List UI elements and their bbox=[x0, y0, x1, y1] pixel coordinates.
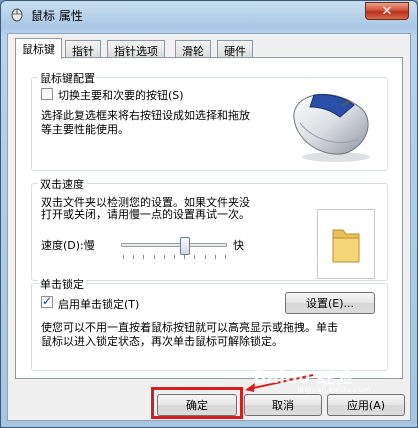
title-bar: 鼠标 属性 ✕ bbox=[1, 1, 417, 27]
close-button[interactable]: ✕ bbox=[365, 2, 409, 20]
switch-buttons-checkbox[interactable] bbox=[41, 88, 53, 100]
cancel-button[interactable]: 取消 bbox=[244, 394, 322, 416]
tab-pointer-options[interactable]: 指针选项 bbox=[107, 40, 165, 58]
slider-tick bbox=[214, 255, 216, 259]
click-lock-settings-button[interactable]: 设置(E)... bbox=[285, 292, 375, 314]
mouse-icon bbox=[9, 6, 25, 22]
slider-tick bbox=[163, 255, 165, 259]
slider-tick bbox=[204, 255, 206, 259]
button-config-title: 鼠标键配置 bbox=[38, 70, 97, 86]
slider-tick bbox=[184, 255, 186, 259]
click-lock-title: 单击锁定 bbox=[38, 276, 86, 292]
switch-buttons-label: 切换主要和次要的按钮(S) bbox=[58, 89, 184, 102]
mouse-properties-window: 鼠标 属性 ✕ 鼠标键 指针 指针选项 滑轮 硬件 鼠标键配置 切换主要和次要的… bbox=[0, 0, 418, 428]
speed-slider-thumb[interactable] bbox=[179, 237, 190, 255]
tab-wheel[interactable]: 滑轮 bbox=[175, 40, 211, 58]
slider-tick bbox=[133, 255, 135, 259]
slider-tick bbox=[123, 255, 124, 259]
close-icon: ✕ bbox=[381, 3, 393, 19]
watermark-url: jingyan.baidu.com bbox=[297, 385, 371, 394]
speed-label: 速度(D):慢 bbox=[41, 239, 95, 252]
slider-tick bbox=[174, 255, 175, 259]
speed-slider-track[interactable] bbox=[121, 243, 227, 247]
test-folder-area[interactable] bbox=[317, 209, 375, 279]
highlight-box bbox=[151, 387, 243, 419]
apply-button[interactable]: 应用(A) bbox=[327, 394, 405, 416]
slider-tick bbox=[143, 255, 145, 259]
click-lock-description-2: 鼠标以进入锁定状态，再次单击鼠标可解除锁定。 bbox=[41, 335, 283, 348]
mouse-illustration bbox=[284, 83, 376, 163]
tab-hardware[interactable]: 硬件 bbox=[217, 40, 253, 58]
fast-label: 快 bbox=[233, 239, 244, 252]
slider-tick bbox=[194, 255, 196, 259]
click-lock-label: 启用单击锁定(T) bbox=[58, 298, 140, 311]
double-click-description-2: 打开或关闭，请用慢一点的设置再试一次。 bbox=[41, 208, 250, 221]
slider-tick bbox=[153, 255, 155, 259]
slider-tick bbox=[225, 255, 226, 259]
tab-buttons[interactable]: 鼠标键 bbox=[15, 38, 62, 59]
window-title: 鼠标 属性 bbox=[31, 9, 83, 23]
click-lock-checkbox[interactable] bbox=[41, 294, 53, 308]
folder-icon bbox=[331, 224, 361, 267]
switch-description-2: 等主要性能使用。 bbox=[41, 123, 129, 136]
tab-pointers[interactable]: 指针 bbox=[65, 40, 101, 58]
double-click-title: 双击速度 bbox=[38, 176, 86, 192]
